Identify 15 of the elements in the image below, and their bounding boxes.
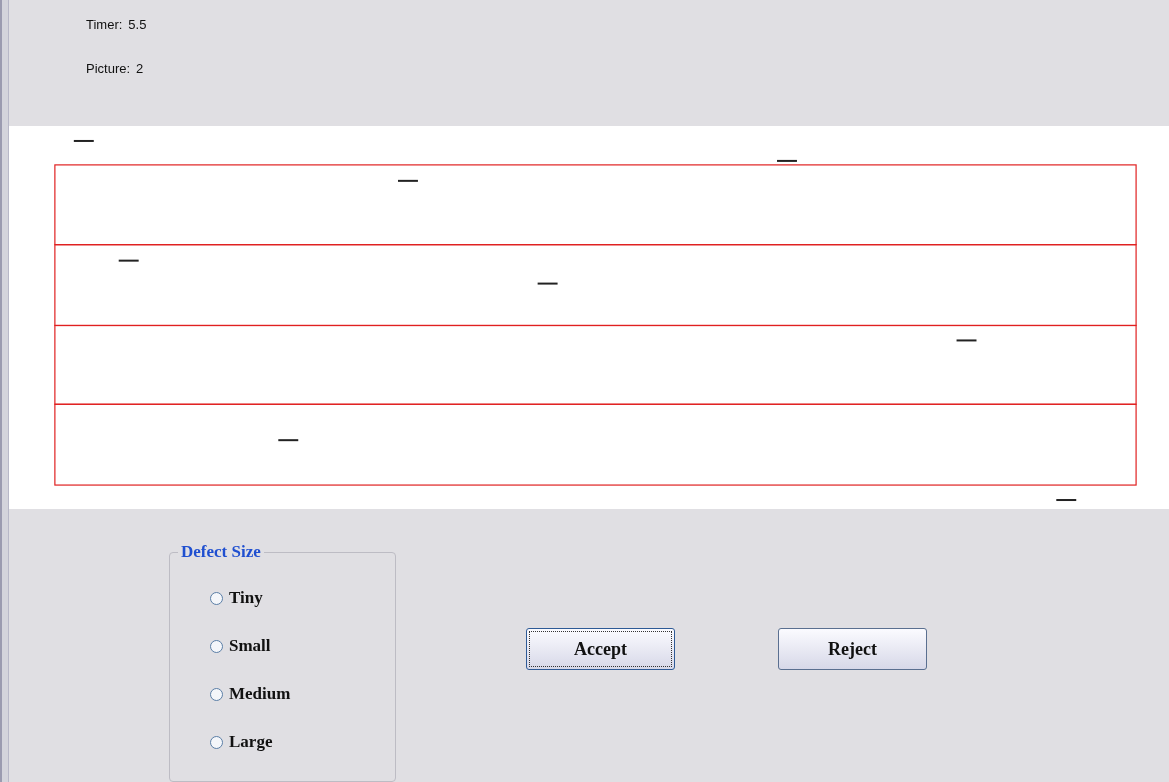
picture-number: 2 xyxy=(136,61,144,78)
radio-label[interactable]: Medium xyxy=(229,684,291,704)
radio-button[interactable] xyxy=(210,591,223,605)
radio-button[interactable] xyxy=(210,687,223,701)
radio-label[interactable]: Large xyxy=(229,732,273,752)
reject-button[interactable]: Reject xyxy=(778,628,927,670)
radio-button[interactable] xyxy=(210,639,223,653)
radio-label[interactable]: Tiny xyxy=(229,588,263,608)
accept-button[interactable]: Accept xyxy=(526,628,675,670)
timer-value: 5.5 xyxy=(128,17,147,34)
radio-label[interactable]: Small xyxy=(229,636,271,656)
radio-button[interactable] xyxy=(210,735,223,749)
timer-label: Timer: xyxy=(86,17,123,34)
group-title: Defect Size xyxy=(180,542,262,562)
picture-label: Picture: xyxy=(86,61,131,78)
